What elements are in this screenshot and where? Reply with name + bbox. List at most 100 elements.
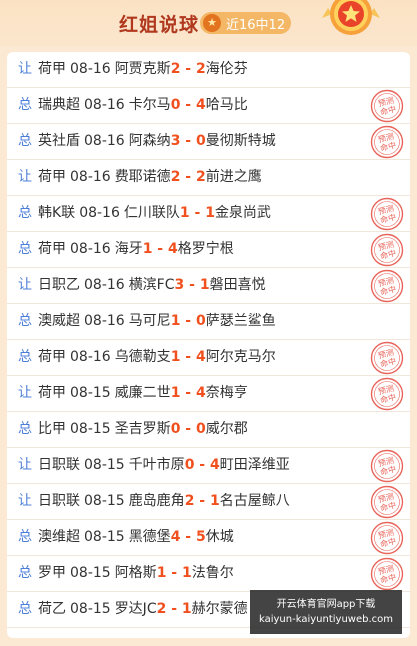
match-row[interactable]: 总荷甲 08-16 乌德勒支1 - 4阿尔克马尔 预测 命中: [7, 340, 410, 376]
hit-stamp-icon: 预测命中: [370, 449, 404, 483]
match-text: 总澳维超 08-15 黑德堡4 - 5休城: [18, 520, 234, 555]
match-row[interactable]: 让日职联 08-15 鹿岛鹿角2 - 1名古屋鲸八 预测 命中: [7, 484, 410, 520]
match-row[interactable]: 让荷甲 08-16 阿贾克斯2 - 2海伦芬: [7, 52, 410, 88]
bet-type-tag: 让: [18, 277, 32, 293]
away-team: 威尔郡: [205, 421, 248, 437]
away-team: 哈马比: [205, 97, 248, 113]
away-score: 1: [199, 277, 210, 293]
match-row[interactable]: 总荷甲 08-16 海牙1 - 4格罗宁根 预测 命中: [7, 232, 410, 268]
match-row[interactable]: 总韩K联 08-16 仁川联队1 - 1金泉尚武 预测 命中: [7, 196, 410, 232]
match-row[interactable]: 总瑞典超 08-16 卡尔马0 - 4哈马比 预测 命中: [7, 88, 410, 124]
watermark-line2: kaiyun-kaiyuntiyuweb.com: [258, 614, 393, 625]
match-text: 总荷乙 08-15 罗达JC2 - 1赫尔蒙德: [18, 592, 248, 627]
league-name: 澳威超: [38, 313, 80, 329]
home-score: 1: [170, 349, 181, 365]
home-score: 2: [184, 493, 195, 509]
score-separator: -: [166, 601, 182, 617]
league-name: 荷甲: [38, 349, 66, 365]
match-row[interactable]: 让日职乙 08-16 横滨FC3 - 1磐田喜悦 预测 命中: [7, 268, 410, 304]
bet-type-tag: 总: [18, 313, 32, 329]
league-name: 荷甲: [38, 241, 66, 257]
page-header: 红姐说球 ★ 近16中12: [0, 0, 417, 46]
away-team: 法鲁尔: [191, 565, 234, 581]
away-score: 2: [196, 169, 206, 185]
match-date: 08-16: [70, 349, 111, 365]
home-team: 千叶市原: [128, 457, 185, 473]
match-date: 08-16: [70, 241, 111, 257]
match-date: 08-15: [84, 493, 125, 509]
home-team: 横滨FC: [128, 277, 175, 293]
match-row[interactable]: 总比甲 08-15 圣吉罗斯0 - 0威尔郡: [7, 412, 410, 448]
league-name: 日职联: [38, 493, 80, 509]
hit-stamp-icon: 预测命中: [370, 197, 404, 231]
home-score: 1: [156, 565, 167, 581]
league-name: 荷甲: [38, 385, 66, 401]
home-score: 0: [184, 457, 195, 473]
record-badge: ★ 近16中12: [200, 12, 291, 34]
league-name: 韩K联: [38, 205, 76, 221]
match-date: 08-16: [84, 277, 125, 293]
away-score: 4: [168, 241, 178, 257]
home-team: 马可尼: [128, 313, 171, 329]
away-score: 4: [210, 457, 220, 473]
away-score: 0: [196, 421, 206, 437]
home-score: 1: [179, 205, 190, 221]
score-separator: -: [180, 421, 196, 437]
match-date: 08-15: [70, 601, 111, 617]
away-team: 休城: [205, 529, 234, 545]
hit-stamp-icon: 预测命中: [370, 521, 404, 555]
match-date: 08-16: [79, 205, 120, 221]
home-team: 圣吉罗斯: [114, 421, 171, 437]
away-team: 金泉尚武: [214, 205, 271, 221]
bet-type-tag: 总: [18, 565, 32, 581]
home-team: 威廉二世: [114, 385, 171, 401]
medal-icon: [322, 0, 380, 35]
home-score: 0: [170, 97, 181, 113]
match-date: 08-15: [70, 385, 111, 401]
bet-type-tag: 总: [18, 97, 32, 113]
match-text: 让日职联 08-15 千叶市原0 - 4町田泽维亚: [18, 448, 290, 483]
away-team: 曼彻斯特城: [205, 133, 276, 149]
hit-stamp-icon: 预测命中: [370, 233, 404, 267]
league-name: 荷甲: [38, 61, 66, 77]
bet-type-tag: 总: [18, 421, 32, 437]
home-team: 乌德勒支: [114, 349, 171, 365]
hit-stamp-icon: 预测命中: [370, 125, 404, 159]
star-icon: ★: [203, 14, 221, 32]
match-row[interactable]: 让日职联 08-15 千叶市原0 - 4町田泽维亚 预测 命中: [7, 448, 410, 484]
match-text: 总比甲 08-15 圣吉罗斯0 - 0威尔郡: [18, 412, 248, 447]
home-team: 仁川联队: [123, 205, 180, 221]
hit-stamp-icon: 预测命中: [370, 89, 404, 123]
league-name: 日职乙: [38, 277, 80, 293]
match-row[interactable]: 让荷甲 08-15 威廉二世1 - 4奈梅亨 预测 命中: [7, 376, 410, 412]
away-score: 1: [210, 493, 220, 509]
home-team: 卡尔马: [128, 97, 171, 113]
score-separator: -: [184, 277, 200, 293]
away-score: 1: [205, 205, 215, 221]
match-date: 08-16: [70, 169, 111, 185]
away-team: 町田泽维亚: [219, 457, 290, 473]
match-date: 08-16: [84, 97, 125, 113]
score-separator: -: [180, 97, 196, 113]
match-row[interactable]: 总英社盾 08-16 阿森纳3 - 0曼彻斯特城 预测 命中: [7, 124, 410, 160]
hit-stamp-icon: 预测命中: [370, 341, 404, 375]
bet-type-tag: 总: [18, 205, 32, 221]
match-date: 08-16: [84, 133, 125, 149]
match-text: 让日职乙 08-16 横滨FC3 - 1磐田喜悦: [18, 268, 266, 303]
away-team: 海伦芬: [205, 61, 248, 77]
away-score: 4: [196, 349, 206, 365]
bet-type-tag: 总: [18, 133, 32, 149]
league-name: 比甲: [38, 421, 66, 437]
match-row[interactable]: 总澳威超 08-16 马可尼1 - 0萨瑟兰鲨鱼: [7, 304, 410, 340]
league-name: 英社盾: [38, 133, 80, 149]
score-separator: -: [180, 169, 196, 185]
league-name: 罗甲: [38, 565, 66, 581]
away-team: 前进之鹰: [205, 169, 262, 185]
match-row[interactable]: 总澳维超 08-15 黑德堡4 - 5休城 预测 命中: [7, 520, 410, 556]
match-row[interactable]: 总罗甲 08-15 阿格斯1 - 1法鲁尔 预测 命中: [7, 556, 410, 592]
watermark-line1: 开云体育官网app下载: [276, 599, 376, 610]
home-team: 黑德堡: [128, 529, 171, 545]
home-team: 阿格斯: [114, 565, 157, 581]
match-row[interactable]: 让荷甲 08-16 费耶诺德2 - 2前进之鹰: [7, 160, 410, 196]
match-date: 08-16: [84, 313, 125, 329]
